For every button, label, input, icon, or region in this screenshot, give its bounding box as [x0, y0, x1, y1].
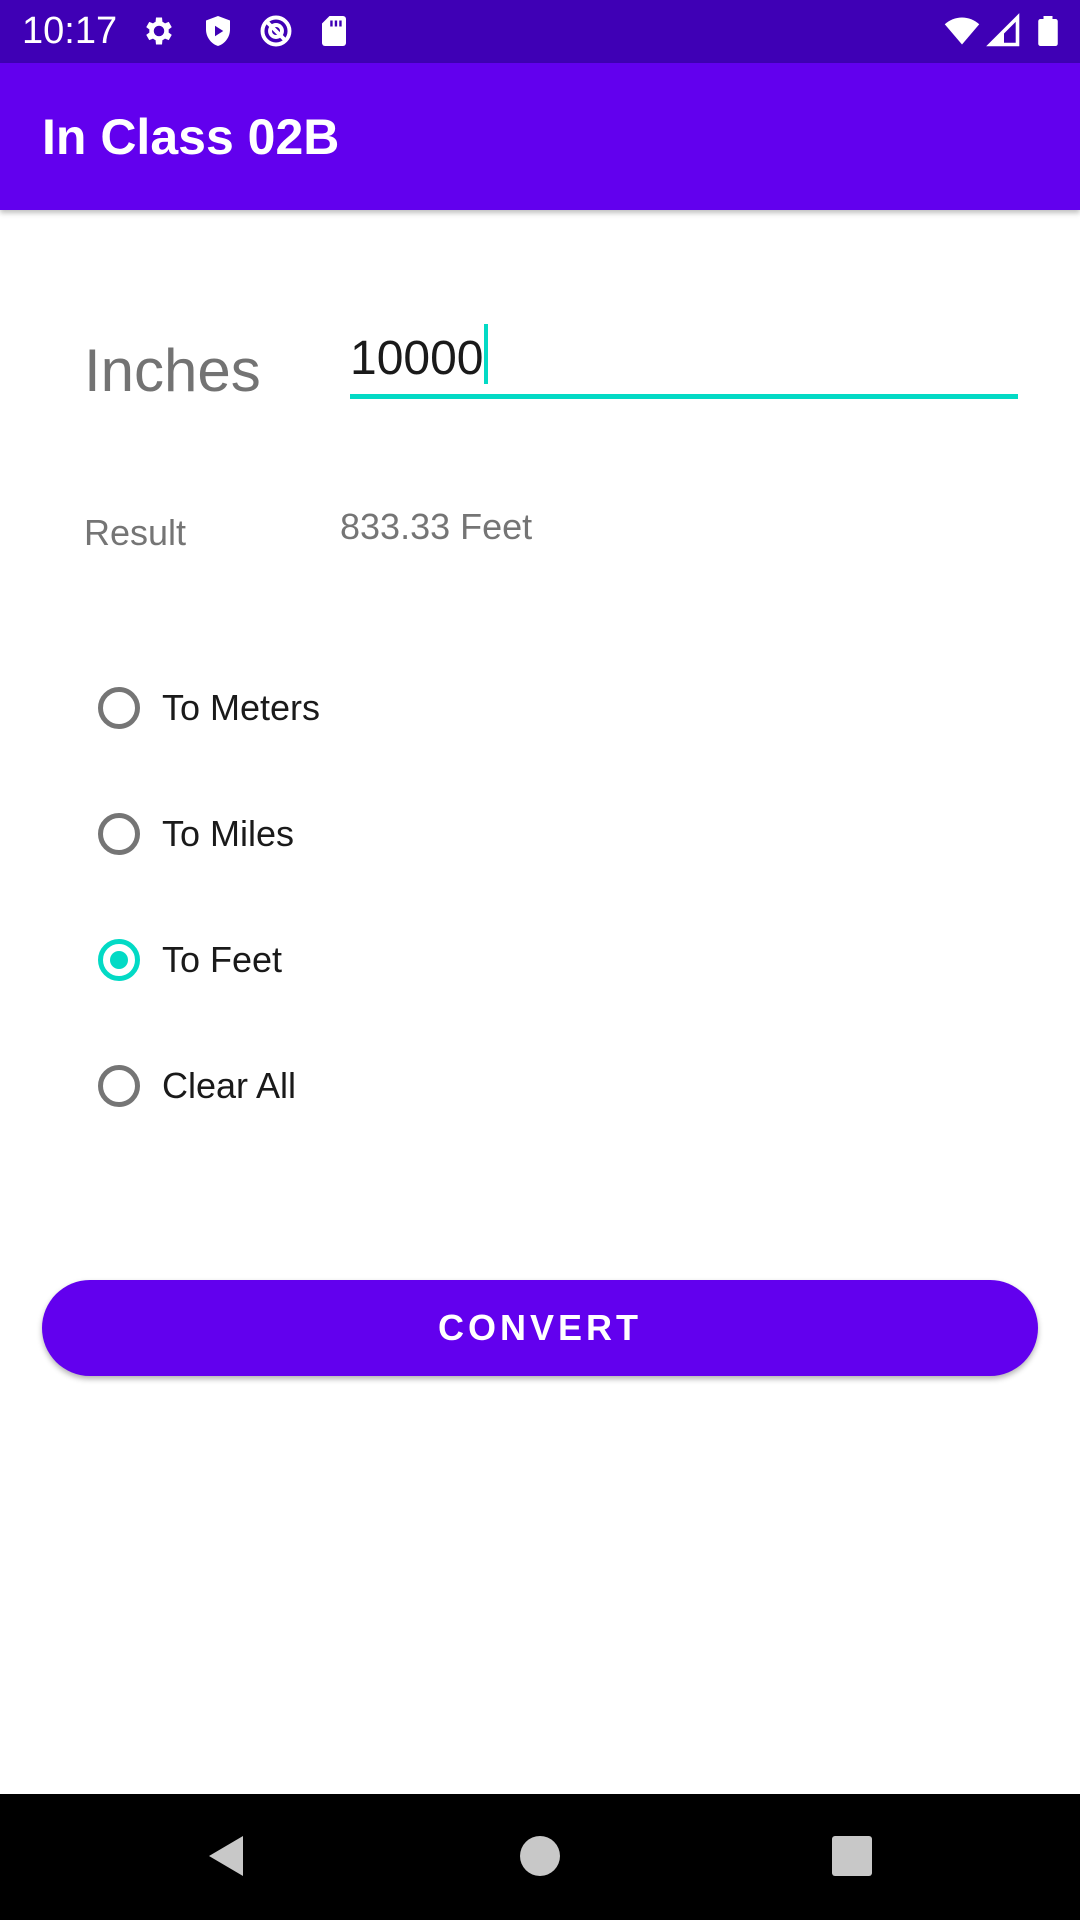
status-time: 10:17: [22, 10, 118, 52]
radio-label: Clear All: [162, 1065, 297, 1106]
radio-to-feet[interactable]: To Feet: [98, 930, 598, 990]
radio-to-meters[interactable]: To Meters: [98, 678, 598, 738]
home-icon[interactable]: [512, 1828, 568, 1884]
result-value: 833.33 Feet: [340, 506, 533, 547]
app-bar: In Class 02B: [0, 63, 1080, 210]
signal-icon: [986, 13, 1022, 49]
radio-dot: [110, 951, 128, 969]
inches-label: Inches: [84, 337, 261, 404]
gear-icon: [141, 13, 177, 49]
vpn-icon: [258, 13, 294, 49]
sd-card-icon: [316, 13, 352, 49]
radio-label: To Miles: [162, 813, 295, 854]
radio-button-unchecked-icon[interactable]: [98, 1065, 140, 1107]
radio-button-unchecked-icon[interactable]: [98, 813, 140, 855]
app-title: In Class 02B: [42, 109, 340, 165]
radio-label: To Meters: [162, 687, 321, 728]
battery-icon: [1030, 13, 1066, 49]
status-bar: 10:17: [0, 0, 1080, 63]
navigation-bar: [0, 1794, 1080, 1920]
radio-button-unchecked-icon[interactable]: [98, 687, 140, 729]
radio-clear-all[interactable]: Clear All: [98, 1056, 598, 1116]
text-cursor: [484, 324, 489, 384]
wifi-icon: [944, 13, 980, 49]
inches-input[interactable]: 10000: [350, 318, 1018, 399]
result-label: Result: [84, 512, 187, 553]
recents-icon[interactable]: [824, 1828, 880, 1884]
radio-label: To Feet: [162, 939, 283, 980]
back-icon[interactable]: [198, 1828, 254, 1884]
shield-icon: [200, 13, 236, 49]
inches-input-value: 10000: [350, 324, 489, 388]
convert-button[interactable]: CONVERT: [42, 1280, 1038, 1376]
radio-to-miles[interactable]: To Miles: [98, 804, 598, 864]
radio-button-checked-icon[interactable]: [98, 939, 140, 981]
